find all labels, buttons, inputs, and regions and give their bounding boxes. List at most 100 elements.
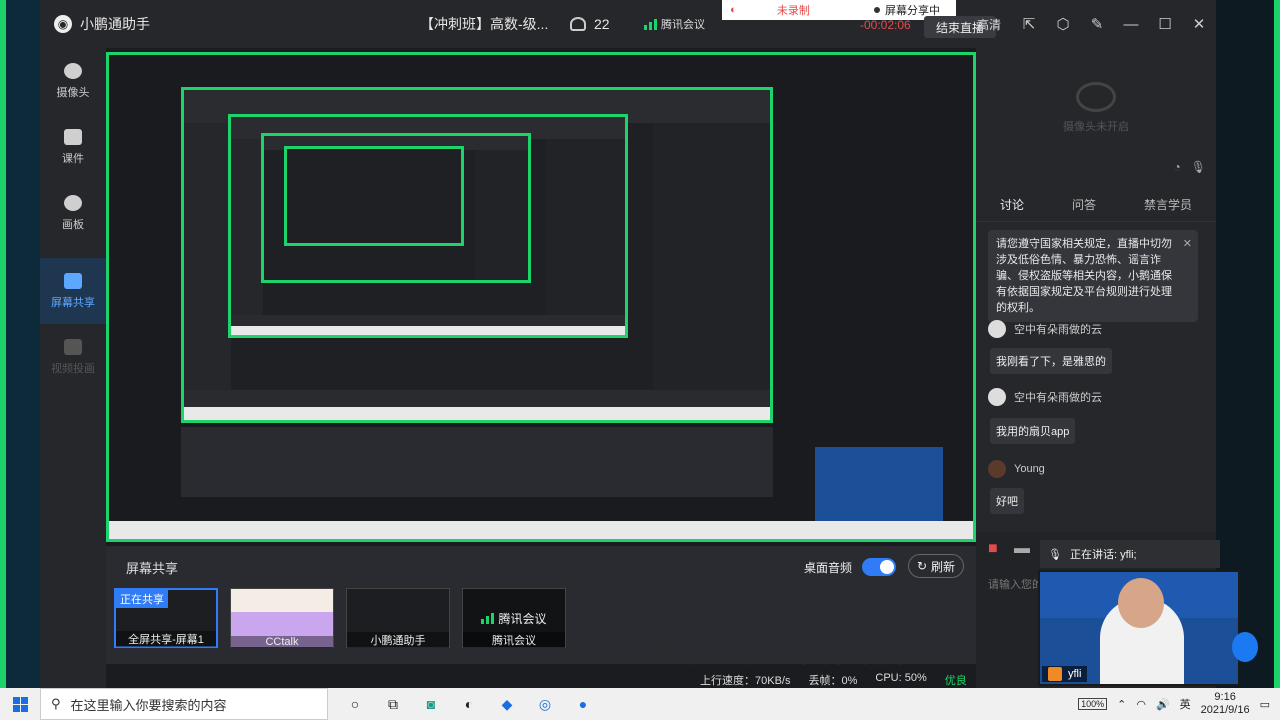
share-out-icon[interactable]: ⇱: [1012, 0, 1046, 48]
webcam-name-tag: yfli: [1042, 666, 1088, 682]
share-border-left: [0, 0, 6, 688]
desktop-audio-toggle[interactable]: [862, 558, 897, 576]
share-source-caption: 全屏共享-屏幕1: [116, 631, 216, 647]
screen-share-title: 屏幕共享: [126, 561, 179, 576]
mute-icon: ◐: [730, 4, 737, 16]
speaking-indicator: 🎙 正在讲话: yfli;: [1040, 540, 1220, 568]
sidebar-item-label: 屏幕共享: [51, 296, 95, 309]
share-source-tencent[interactable]: 腾讯会议 腾讯会议: [462, 588, 566, 648]
recording-status[interactable]: ◐ 未录制: [722, 0, 858, 20]
users-icon: [570, 17, 586, 31]
quality-select[interactable]: 高清: [966, 16, 1012, 33]
app-icon-3[interactable]: ◆: [494, 691, 520, 717]
tab-qa[interactable]: 问答: [1072, 196, 1096, 213]
clock-time: 9:16: [1214, 691, 1236, 703]
left-sidebar: 摄像头 课件 画板 屏幕共享 视频投画: [40, 48, 106, 688]
webcam-preview[interactable]: yfli: [1038, 570, 1240, 686]
speaker-icon[interactable]: ◔: [1174, 160, 1181, 174]
cortana-icon[interactable]: ○: [342, 691, 368, 717]
camera-icon: [64, 62, 82, 79]
folder-icon[interactable]: ▬: [1014, 540, 1030, 558]
close-icon[interactable]: ✕: [1182, 0, 1216, 48]
share-border-right: [1274, 0, 1280, 688]
upload-speed: 上行速度：70KB/s: [700, 675, 791, 687]
sidebar-item-video[interactable]: 视频投画: [40, 324, 106, 390]
chat-username: 空中有朵雨做的云: [1014, 324, 1102, 336]
screen: ◉ 小鹏通助手 【冲刺班】高数-级... 22 腾讯会议 ◐ 未录制 屏幕分享中…: [0, 0, 1280, 720]
taskbar-search[interactable]: ⚲ 在这里输入你要搜索的内容: [40, 688, 328, 720]
battery-indicator[interactable]: 100%: [1078, 698, 1108, 710]
system-tray: 100% ⌃ ◠ 🔊 英 9:16 2021/9/16 ▭: [1078, 691, 1280, 717]
signal-icon: [644, 18, 657, 30]
live-timer: -00:02:06: [860, 18, 911, 32]
nested-screen-1: [181, 87, 773, 423]
share-source-xiaopeng[interactable]: 小鹏通助手: [346, 588, 450, 648]
room-title[interactable]: 【冲刺班】高数-级...: [420, 14, 548, 34]
recording-status-label: 未录制: [776, 5, 810, 17]
desktop-audio-label: 桌面音频: [804, 560, 853, 575]
app-icon-2[interactable]: ◐: [456, 691, 482, 717]
task-view-icon[interactable]: ⧉: [380, 691, 406, 717]
refresh-icon: ↻: [916, 559, 928, 573]
sidebar-item-courseware[interactable]: 课件: [40, 114, 106, 180]
share-source-fullscreen[interactable]: 正在共享 全屏共享-屏幕1: [114, 588, 218, 648]
chat-message: 我刚看了下，是雅思的: [990, 348, 1112, 374]
notification-icon[interactable]: ▭: [1260, 698, 1270, 711]
users-count-value: 22: [594, 16, 610, 32]
network-quality: 优良: [944, 675, 967, 687]
app-icon-4[interactable]: ◎: [532, 691, 558, 717]
mic-icon[interactable]: 🎙: [1191, 160, 1206, 174]
app-logo-icon: ◉: [54, 15, 72, 33]
chat-tabs: 讨论 问答 禁言学员: [976, 188, 1216, 222]
chat-message: 我用的扇贝app: [990, 418, 1076, 444]
title-bar: ◉ 小鹏通助手 【冲刺班】高数-级... 22 腾讯会议 ◐ 未录制 屏幕分享中…: [40, 0, 1216, 48]
refresh-button[interactable]: ↻ 刷新: [908, 554, 964, 578]
gift-icon[interactable]: ■: [988, 540, 998, 558]
window-controls: 高清 ⇱ ⬡ ✎ — ☐ ✕: [966, 0, 1216, 48]
notice-text: 请您遵守国家相关规定，直播中切勿涉及低俗色情、暴力恐怖、谣言诈骗、侵权盗版等相关…: [996, 238, 1172, 314]
network-icon[interactable]: ◠: [1136, 698, 1146, 711]
shared-screen-preview: [106, 52, 976, 542]
nested-share-panel: [181, 427, 773, 497]
tencent-meeting-label: 腾讯会议: [661, 19, 705, 31]
minimize-icon[interactable]: —: [1114, 0, 1148, 48]
tab-discussion[interactable]: 讨论: [1000, 196, 1024, 213]
watermark-text: 后续课程请关注微信公众号【考研复稿】: [608, 650, 915, 667]
sidebar-item-whiteboard[interactable]: 画板: [40, 180, 106, 246]
sidebar-item-camera[interactable]: 摄像头: [40, 48, 106, 114]
avatar: [988, 388, 1006, 406]
avatar: [988, 460, 1006, 478]
clock[interactable]: 9:16 2021/9/16: [1201, 691, 1250, 717]
ime-indicator[interactable]: 英: [1180, 696, 1191, 712]
search-icon: ⚲: [51, 696, 61, 711]
sidebar-item-label: 摄像头: [56, 86, 90, 99]
users-count[interactable]: 22: [570, 16, 610, 32]
desktop-audio: 桌面音频: [804, 558, 897, 576]
tray-arrow-icon[interactable]: ⌃: [1117, 698, 1126, 711]
mic-icon: 🎙: [1048, 548, 1062, 561]
close-notice-icon[interactable]: ✕: [1183, 236, 1192, 252]
floating-action-button[interactable]: [1232, 632, 1258, 662]
nested-screen-3: [261, 133, 531, 283]
tab-muted-students[interactable]: 禁言学员: [1144, 196, 1192, 213]
app-icon-5[interactable]: ●: [570, 691, 596, 717]
stream-stats: 上行速度：70KB/s 丢帧：0% CPU: 50% 优良: [700, 672, 967, 688]
share-source-caption: 腾讯会议: [463, 632, 565, 648]
settings-icon[interactable]: ⬡: [1046, 0, 1080, 48]
chat-input[interactable]: 请输入您的: [988, 576, 1043, 592]
sidebar-item-screen-share[interactable]: 屏幕共享: [40, 258, 106, 324]
webcam-name: yfli: [1068, 668, 1082, 680]
share-source-cctalk[interactable]: CCtalk: [230, 588, 334, 648]
tencent-inner-label: 腾讯会议: [498, 611, 547, 626]
camera-off-text: 摄像头未开启: [1063, 121, 1129, 133]
maximize-icon[interactable]: ☐: [1148, 0, 1182, 48]
volume-icon[interactable]: 🔊: [1156, 698, 1170, 711]
camera-off-icon: [1076, 82, 1116, 112]
pin-icon[interactable]: ✎: [1080, 0, 1114, 48]
tencent-meeting-badge: 腾讯会议: [644, 16, 705, 32]
frame-drop: 丢帧：0%: [808, 675, 858, 687]
clock-date: 2021/9/16: [1200, 704, 1250, 716]
app-icon-1[interactable]: ◙: [418, 691, 444, 717]
camera-off-placeholder: 摄像头未开启: [976, 48, 1216, 168]
start-button[interactable]: [0, 688, 40, 720]
